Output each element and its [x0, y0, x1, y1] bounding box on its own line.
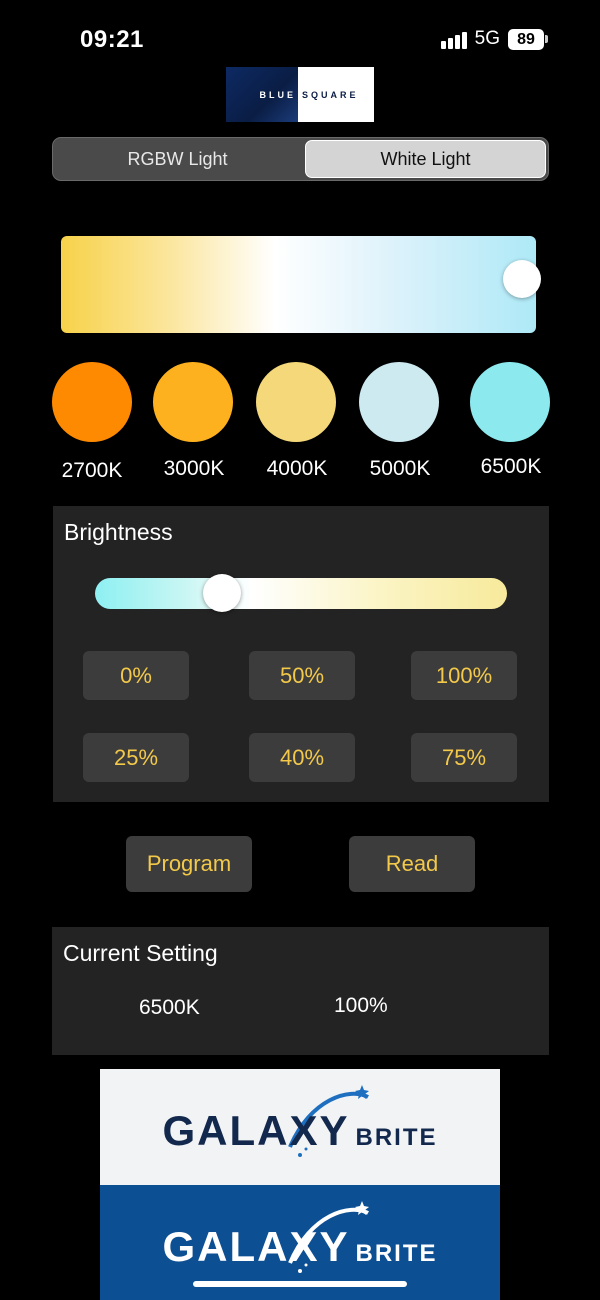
preset-label-2700k: 2700K	[61, 459, 123, 482]
brightness-50-button[interactable]: 50%	[249, 651, 355, 700]
galaxy-word-bottom: GALAXY	[162, 1223, 350, 1270]
status-time: 09:21	[80, 26, 144, 53]
brightness-25-button[interactable]: 25%	[83, 733, 189, 782]
galaxy-word-top: GALAXY	[162, 1107, 350, 1154]
brightness-title: Brightness	[64, 519, 173, 545]
brightness-0-button[interactable]: 0%	[83, 651, 189, 700]
brightness-slider[interactable]	[95, 578, 507, 609]
preset-label-4000k: 4000K	[266, 457, 328, 480]
current-brightness: 100%	[334, 994, 388, 1017]
preset-4000k-button[interactable]	[256, 362, 336, 442]
home-indicator[interactable]	[193, 1281, 407, 1287]
preset-label-6500k: 6500K	[480, 455, 542, 478]
brightness-75-button[interactable]: 75%	[411, 733, 517, 782]
preset-2700k-button[interactable]	[52, 362, 132, 442]
network-type: 5G	[474, 28, 500, 49]
read-button[interactable]: Read	[349, 836, 475, 892]
preset-5000k-button[interactable]	[359, 362, 439, 442]
preset-label-3000k: 3000K	[163, 457, 225, 480]
current-setting-title: Current Setting	[63, 940, 218, 966]
signal-icon	[440, 29, 467, 49]
color-temperature-slider-thumb[interactable]	[503, 260, 541, 298]
battery-level: 89	[508, 28, 544, 50]
color-temperature-slider[interactable]	[61, 236, 536, 333]
tab-rgbw-light[interactable]: RGBW Light	[55, 140, 300, 178]
program-button[interactable]: Program	[126, 836, 252, 892]
logo-text-right: SQUARE	[302, 89, 359, 100]
preset-label-5000k: 5000K	[369, 457, 431, 480]
light-mode-segmented-control: RGBW Light White Light	[52, 137, 549, 181]
current-setting-panel: Current Setting 6500K 100%	[52, 927, 549, 1055]
preset-6500k-button[interactable]	[470, 362, 550, 442]
brightness-40-button[interactable]: 40%	[249, 733, 355, 782]
brightness-100-button[interactable]: 100%	[411, 651, 517, 700]
brightness-panel: Brightness 0% 50% 100% 25% 40% 75%	[53, 506, 549, 802]
brite-word-bottom: BRITE	[355, 1240, 438, 1267]
current-temperature: 6500K	[139, 996, 200, 1019]
galaxy-brite-logo-light: GALAXY BRITE	[100, 1069, 500, 1185]
status-indicators: 5G 89	[440, 28, 548, 50]
blue-square-logo: BLUE SQUARE	[226, 67, 374, 122]
logo-text-left: BLUE	[259, 89, 296, 100]
battery-icon: 89	[508, 28, 548, 50]
preset-3000k-button[interactable]	[153, 362, 233, 442]
brite-word-top: BRITE	[355, 1124, 438, 1151]
brightness-slider-thumb[interactable]	[203, 574, 241, 612]
tab-white-light[interactable]: White Light	[305, 140, 546, 178]
